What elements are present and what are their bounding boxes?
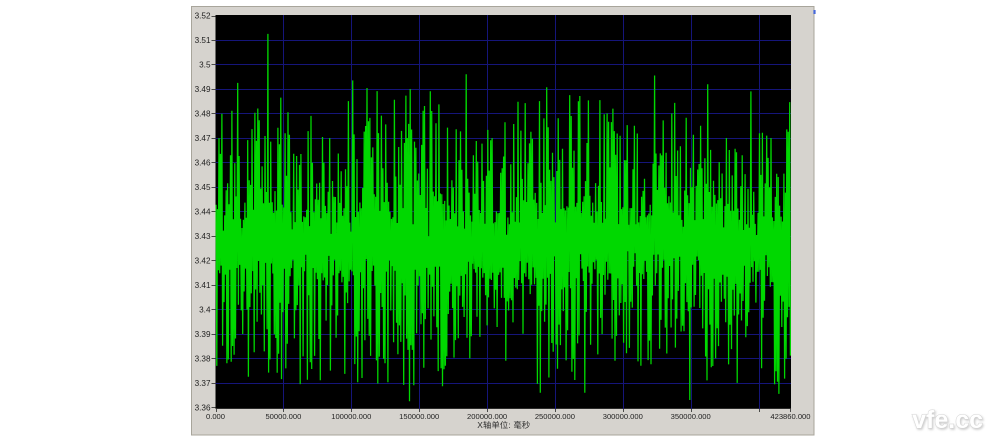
svg-text:3.4: 3.4: [199, 305, 211, 314]
svg-text:0.000: 0.000: [206, 412, 225, 421]
svg-text:3.39: 3.39: [195, 330, 211, 339]
svg-text:250000.000: 250000.000: [535, 412, 575, 421]
svg-text:3.49: 3.49: [195, 85, 211, 94]
svg-text:3.36: 3.36: [195, 403, 211, 412]
svg-text:100000.000: 100000.000: [331, 412, 371, 421]
svg-text:3.42: 3.42: [195, 256, 211, 265]
svg-text:423860.000: 423860.000: [770, 412, 810, 421]
svg-text:50000.000: 50000.000: [265, 412, 301, 421]
svg-text:3.46: 3.46: [195, 158, 211, 167]
svg-text:3.52: 3.52: [195, 12, 211, 21]
svg-text:150000.000: 150000.000: [399, 412, 439, 421]
svg-text:3.5: 3.5: [199, 61, 211, 70]
svg-text:3.38: 3.38: [195, 354, 211, 363]
svg-text:3.44: 3.44: [195, 207, 211, 216]
svg-text:vfe.cc: vfe.cc: [912, 406, 983, 434]
svg-text:3.37: 3.37: [195, 379, 211, 388]
svg-text:3.47: 3.47: [195, 134, 211, 143]
svg-text:3.48: 3.48: [195, 110, 211, 119]
svg-text:3.41: 3.41: [195, 281, 211, 290]
svg-text:X: X: [477, 420, 483, 430]
svg-text:350000.000: 350000.000: [671, 412, 711, 421]
svg-text:3.45: 3.45: [195, 183, 211, 192]
svg-text:200000.000: 200000.000: [467, 412, 507, 421]
svg-text::: :: [508, 420, 510, 430]
svg-text:3.51: 3.51: [195, 36, 211, 45]
svg-text:300000.000: 300000.000: [603, 412, 643, 421]
svg-text:3.43: 3.43: [195, 232, 211, 241]
